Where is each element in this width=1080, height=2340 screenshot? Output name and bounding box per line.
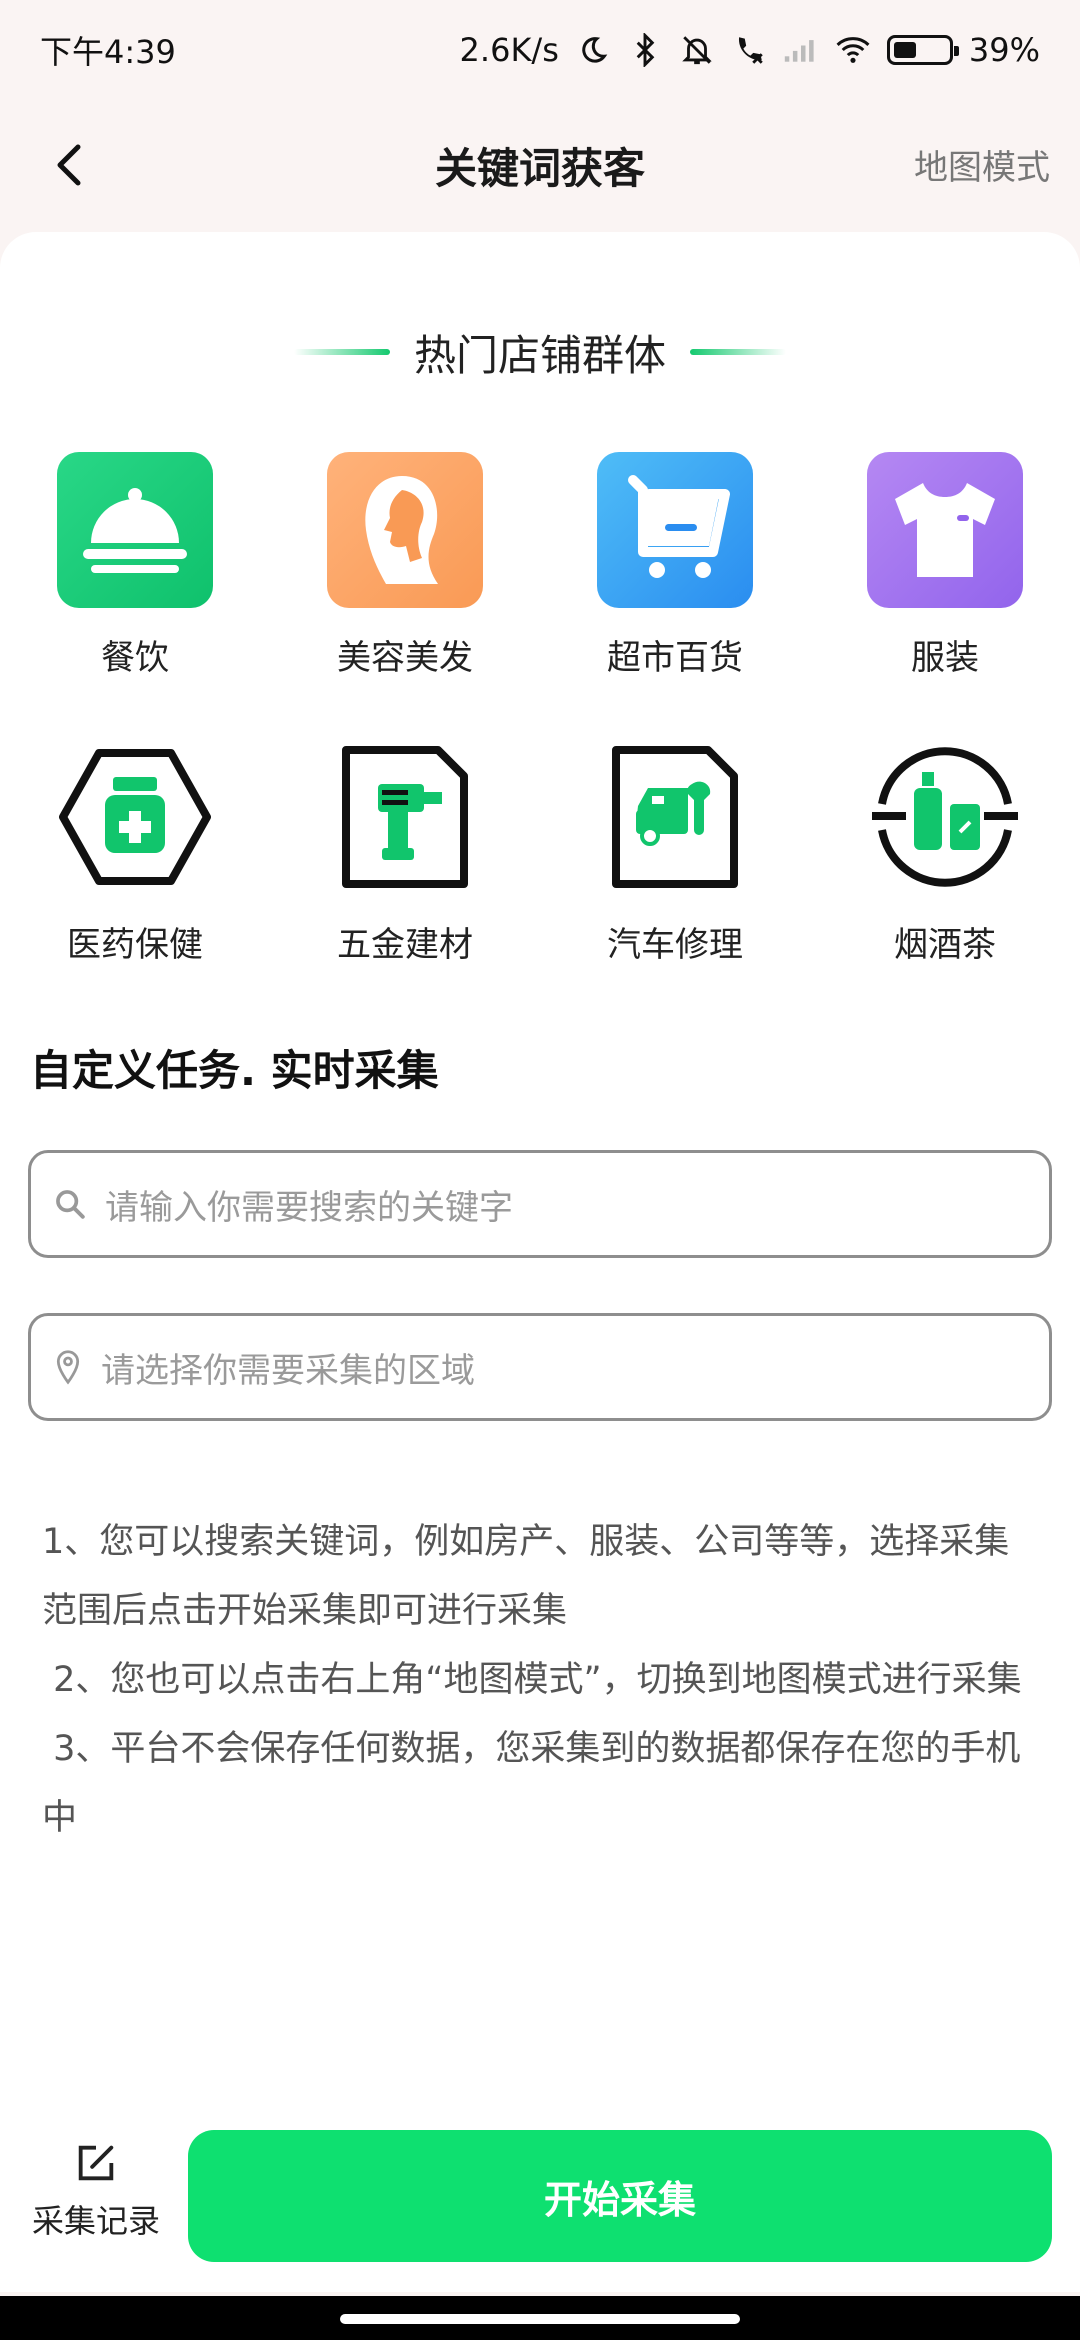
- call-icon: [731, 32, 767, 68]
- category-label: 餐饮: [101, 638, 169, 678]
- category-label: 烟酒茶: [894, 925, 996, 965]
- divider-left: [293, 349, 390, 355]
- records-label: 采集记录: [31, 2202, 160, 2240]
- category-label: 超市百货: [607, 638, 743, 678]
- category-supermarket[interactable]: 超市百货: [540, 452, 810, 679]
- woman-profile-icon: [327, 452, 483, 608]
- search-icon: [56, 1190, 85, 1219]
- mute-bell-icon: [679, 32, 715, 68]
- food-cloche-icon: [57, 452, 213, 608]
- signal-icon: [783, 32, 819, 68]
- bluetooth-icon: [627, 32, 663, 68]
- category-label: 美容美发: [337, 638, 473, 678]
- category-hardware[interactable]: 五金建材: [270, 739, 540, 966]
- car-repair-icon: [597, 739, 753, 895]
- category-tobacco-wine-tea[interactable]: 烟酒茶: [810, 739, 1080, 966]
- instructions: 1、您可以搜索关键词，例如房产、服装、公司等等，选择采集范围后点击开始采集即可进…: [42, 1508, 1042, 1853]
- area-select-field[interactable]: 请选择你需要采集的区域: [28, 1313, 1052, 1421]
- category-beauty[interactable]: 美容美发: [270, 452, 540, 679]
- category-label: 五金建材: [337, 925, 473, 965]
- wifi-icon: [835, 32, 871, 68]
- tshirt-icon: [867, 452, 1023, 608]
- chevron-left-icon: [57, 144, 81, 186]
- network-speed: 2.6K/s: [459, 31, 559, 69]
- status-time: 下午4:39: [40, 33, 176, 71]
- shopping-cart-icon: [597, 452, 753, 608]
- instruction-item: 3、平台不会保存任何数据，您采集到的数据都保存在您的手机中: [42, 1729, 1021, 1838]
- category-label: 汽车修理: [607, 925, 743, 965]
- home-indicator[interactable]: [340, 2314, 740, 2324]
- custom-task-title: 自定义任务. 实时采集: [30, 1046, 439, 1095]
- back-button[interactable]: [40, 135, 100, 195]
- edit-icon: [78, 2145, 114, 2181]
- bottles-icon: [867, 739, 1023, 895]
- search-placeholder: 请输入你需要搜索的关键字: [105, 1187, 513, 1228]
- medicine-bottle-icon: [57, 739, 213, 895]
- category-car-repair[interactable]: 汽车修理: [540, 739, 810, 966]
- divider-right: [690, 349, 786, 355]
- moon-icon: [575, 32, 611, 68]
- status-bar: 下午4:39 2.6K/s 39%: [0, 0, 1080, 100]
- collection-records-button[interactable]: 采集记录: [26, 2140, 166, 2250]
- map-mode-button[interactable]: 地图模式: [914, 140, 1050, 189]
- location-pin-icon: [56, 1350, 80, 1385]
- drill-icon: [327, 739, 483, 895]
- main-card: 热门店铺群体 餐饮 美容美发 超市百货 服装 医药保健 五金建材 汽车修理 烟酒…: [0, 232, 1080, 2292]
- area-placeholder: 请选择你需要采集的区域: [101, 1350, 475, 1391]
- battery-level: 39%: [968, 31, 1040, 69]
- instruction-item: 2、您也可以点击右上角“地图模式”，切换到地图模式进行采集: [42, 1660, 1022, 1700]
- category-grid: 餐饮 美容美发 超市百货 服装 医药保健 五金建材 汽车修理 烟酒茶: [0, 452, 1080, 966]
- search-input[interactable]: 请输入你需要搜索的关键字: [28, 1150, 1052, 1258]
- category-food[interactable]: 餐饮: [0, 452, 270, 679]
- instruction-item: 1、您可以搜索关键词，例如房产、服装、公司等等，选择采集范围后点击开始采集即可进…: [42, 1522, 1010, 1631]
- category-label: 服装: [911, 638, 979, 678]
- hot-section-title: 热门店铺群体: [413, 330, 666, 380]
- start-collect-button[interactable]: 开始采集: [188, 2130, 1052, 2262]
- app-header: 关键词获客 地图模式: [0, 110, 1080, 220]
- category-medicine[interactable]: 医药保健: [0, 739, 270, 966]
- category-clothing[interactable]: 服装: [810, 452, 1080, 679]
- battery-icon: [886, 35, 959, 65]
- status-icons: 2.6K/s 39%: [460, 31, 1040, 69]
- hot-section-header: 热门店铺群体: [0, 322, 1080, 382]
- page-title: 关键词获客: [434, 143, 645, 193]
- category-label: 医药保健: [67, 925, 203, 965]
